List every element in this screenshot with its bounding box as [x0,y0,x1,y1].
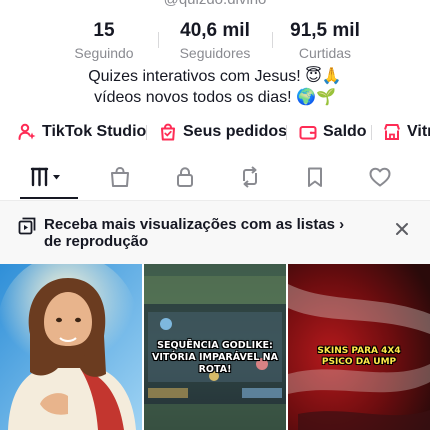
stat-followers[interactable]: 40,6 mil Seguidores [155,20,275,62]
following-count: 15 [93,20,115,41]
shortcut-divider [286,125,287,140]
heart-icon [369,167,391,187]
likes-count: 91,5 mil [290,20,360,41]
video-thumbnail[interactable]: SKINS PARA 4X4 PSICO DA UMP [288,264,430,430]
playlist-icon [18,217,36,235]
bio-line: vídeos novos todos os dias! 🌍🌱 [94,89,336,106]
grid-icon [30,167,60,187]
repost-icon [243,166,257,188]
profile-bio: Quizes interativos com Jesus! 😇🙏 vídeos … [0,66,430,108]
video-caption: SKINS PARA 4X4 PSICO DA UMP [317,346,401,367]
jesus-portrait-image [0,264,142,430]
followers-count: 40,6 mil [180,20,250,41]
person-sparkle-icon [18,123,36,140]
bookmark-icon [308,167,322,187]
shortcut-divider [371,125,372,140]
storefront-icon [384,124,400,140]
shortcut-label: Seus pedidos [183,123,288,140]
likes-label: Curtidas [298,45,352,61]
bio-line: Quizes interativos com Jesus! 😇🙏 [88,68,342,85]
tab-favorites[interactable] [285,156,345,198]
tab-reposts[interactable] [220,156,280,198]
stat-likes[interactable]: 91,5 mil Curtidas [265,20,385,62]
close-icon[interactable] [394,221,410,237]
balance-shortcut[interactable]: Saldo [299,119,367,145]
profile-handle: @quizdo.divino [0,0,430,8]
following-label: Seguindo [74,45,134,61]
profile-tabs [0,156,430,201]
shortcut-divider [146,125,147,140]
video-caption: SEQUÊNCIA GODLIKE: VITÓRIA IMPARÁVEL NA … [152,340,278,375]
tiktok-studio-shortcut[interactable]: TikTok Studio [18,119,146,145]
banner-text: Receba mais visualizações com as listas … [44,216,345,250]
wallet-icon [299,126,317,140]
orders-shortcut[interactable]: Seus pedidos [159,119,287,145]
tab-shop[interactable] [90,156,150,198]
video-thumbnail[interactable] [0,264,142,430]
lock-icon [177,167,193,187]
shortcut-bar: TikTok Studio Seus pedidos Saldo Vitr [0,119,430,145]
video-grid: SEQUÊNCIA GODLIKE: VITÓRIA IMPARÁVEL NA … [0,264,430,430]
tab-liked[interactable] [350,156,410,198]
video-thumbnail[interactable]: SEQUÊNCIA GODLIKE: VITÓRIA IMPARÁVEL NA … [144,264,286,430]
profile-stats: 15 Seguindo 40,6 mil Seguidores 91,5 mil… [0,20,430,62]
tab-videos-grid[interactable] [19,156,79,198]
shortcut-label: Vitr [407,123,430,140]
stat-following[interactable]: 15 Seguindo [44,20,164,62]
shopping-bag-icon [161,123,175,141]
showcase-shortcut[interactable]: Vitr [383,119,430,145]
followers-label: Seguidores [179,45,251,61]
active-tab-indicator [20,197,78,199]
shopping-bag-icon [111,166,129,187]
shortcut-label: TikTok Studio [42,123,147,140]
shortcut-label: Saldo [323,123,367,140]
playlist-promo-banner[interactable]: Receba mais visualizações com as listas … [0,201,430,264]
tab-private[interactable] [155,156,215,198]
